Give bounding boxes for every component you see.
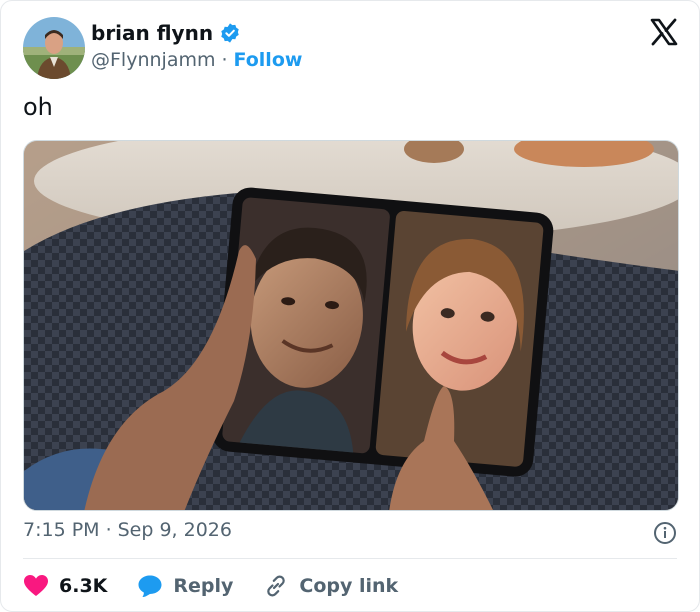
reply-label: Reply xyxy=(173,575,234,597)
handle[interactable]: @Flynnjamm xyxy=(91,49,215,71)
avatar[interactable] xyxy=(23,17,85,79)
name-row: brian flynn xyxy=(91,21,241,45)
action-bar: 6.3K Reply Copy link xyxy=(23,571,428,601)
tweet-card: brian flynn @Flynnjamm · Follow oh 7:15 … xyxy=(0,0,700,612)
heart-icon xyxy=(24,575,48,596)
like-count: 6.3K xyxy=(59,575,108,597)
like-button[interactable]: 6.3K xyxy=(23,574,107,598)
tweet-text: oh xyxy=(23,93,53,121)
tweet-header: brian flynn @Flynnjamm · Follow xyxy=(23,17,679,79)
info-icon[interactable] xyxy=(653,521,677,545)
tweet-time: 7:15 PM xyxy=(23,519,100,541)
handle-row: @Flynnjamm · Follow xyxy=(91,49,302,71)
tweet-media-image[interactable] xyxy=(23,140,679,511)
separator: · xyxy=(105,519,112,541)
verified-badge-icon xyxy=(221,23,239,43)
link-icon xyxy=(267,575,286,597)
copy-link-label: Copy link xyxy=(299,575,399,597)
tweet-date: Sep 9, 2026 xyxy=(117,519,232,541)
copy-link-button[interactable]: Copy link xyxy=(263,573,398,599)
x-logo-icon[interactable] xyxy=(649,17,679,47)
reply-bubble-icon xyxy=(138,575,162,598)
divider xyxy=(23,558,677,559)
tweet-timestamp[interactable]: 7:15 PM · Sep 9, 2026 xyxy=(23,519,232,541)
follow-button[interactable]: Follow xyxy=(234,49,303,71)
reply-button[interactable]: Reply xyxy=(137,574,233,598)
separator: · xyxy=(221,49,228,71)
display-name[interactable]: brian flynn xyxy=(91,21,213,45)
